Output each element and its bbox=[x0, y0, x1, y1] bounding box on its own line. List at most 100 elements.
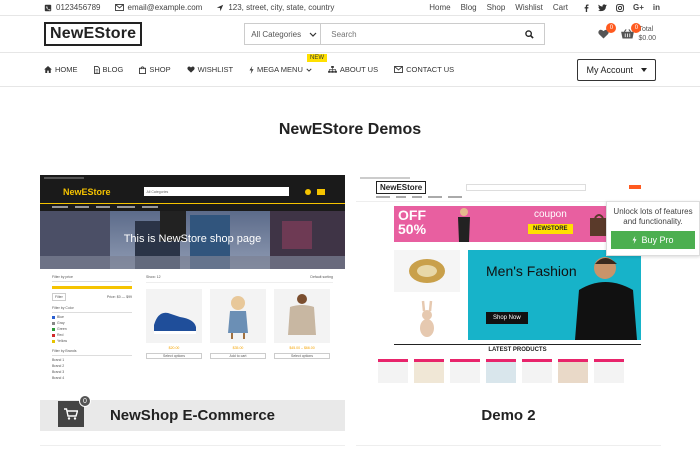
demo1-product-doll: $35.00 Add to cart bbox=[210, 289, 266, 359]
wishlist-button[interactable]: 0 bbox=[598, 23, 617, 39]
demo1-hero: This is NewStore shop page bbox=[40, 211, 345, 269]
googleplus-icon[interactable]: G+ bbox=[633, 3, 644, 12]
sweater-image bbox=[274, 289, 330, 343]
watch-image bbox=[394, 250, 460, 292]
demo1-header: NewEStore All Categories bbox=[40, 175, 345, 211]
nav-item-label: Home bbox=[55, 65, 78, 74]
top-link-cart[interactable]: Cart bbox=[553, 3, 568, 12]
sneaker-image bbox=[146, 289, 202, 343]
demo2-latest-products: LATEST PRODUCTS bbox=[488, 347, 547, 353]
buy-pro-label: Buy Pro bbox=[641, 235, 674, 245]
next-demo-preview-left bbox=[40, 445, 345, 461]
caret-down-icon bbox=[641, 67, 647, 72]
nav-item-label: About Us bbox=[339, 65, 379, 74]
instagram-icon[interactable] bbox=[616, 3, 624, 12]
cart-widget[interactable]: 0 Total $0.00 bbox=[621, 23, 656, 43]
email-text: email@example.com bbox=[127, 3, 203, 12]
nav-item-mega-menu[interactable]: Mega Menu NEW bbox=[249, 54, 328, 74]
phone-text: 0123456789 bbox=[56, 3, 101, 12]
demo1-product-sneaker: $20.00 Select options bbox=[146, 289, 202, 359]
site-header: NewEStore All Categories 0 0 Total $0.00 bbox=[0, 16, 700, 53]
wishlist-count-badge: 0 bbox=[606, 23, 617, 33]
category-select-label: All Categories bbox=[251, 29, 302, 39]
demo2-hero-row: Men's Fashion Shop Now bbox=[394, 250, 641, 340]
facebook-icon[interactable] bbox=[584, 3, 589, 12]
nav-item-contact-us[interactable]: Contact Us bbox=[394, 65, 454, 74]
demo2-banner-code: NEWSTORE bbox=[528, 224, 573, 234]
shopping-cart-icon bbox=[64, 408, 78, 420]
envelope-icon bbox=[114, 4, 124, 11]
nav-item-about-us[interactable]: About Us bbox=[328, 65, 378, 74]
category-select[interactable]: All Categories bbox=[245, 24, 322, 44]
nav-item-label: Shop bbox=[149, 65, 171, 74]
demo1-shop-body: Filter by price Filter Price: $0 — $99 F… bbox=[40, 269, 345, 400]
man-figure bbox=[575, 257, 637, 340]
top-link-shop[interactable]: Shop bbox=[487, 3, 506, 12]
chevron-down-icon bbox=[309, 32, 317, 37]
demo1-cart-icon bbox=[317, 188, 325, 195]
model-figure bbox=[458, 208, 470, 242]
header-icons: 0 0 Total $0.00 bbox=[598, 23, 656, 43]
top-link-wishlist[interactable]: Wishlist bbox=[515, 3, 543, 12]
demo1-hero-text: This is NewStore shop page bbox=[123, 233, 262, 245]
demo1-price-slider bbox=[52, 286, 132, 289]
search-button[interactable] bbox=[514, 24, 544, 44]
search-input[interactable] bbox=[321, 24, 515, 44]
phone-contact: 0123456789 bbox=[44, 3, 101, 12]
demo1-filters: Filter by price Filter Price: $0 — $99 F… bbox=[52, 275, 132, 380]
top-link-blog[interactable]: Blog bbox=[461, 3, 477, 12]
my-account-dropdown[interactable]: My Account bbox=[577, 58, 656, 81]
demo2-search bbox=[466, 183, 587, 191]
nav-item-label: Mega Menu bbox=[257, 65, 303, 74]
main-nav: Home Blog Shop Wishlist Mega Menu NEW Ab… bbox=[0, 53, 700, 87]
buy-pro-button[interactable]: Buy Pro bbox=[611, 231, 695, 249]
site-logo[interactable]: NewEStore bbox=[44, 22, 143, 46]
demo1-products: Show: 12 Default sorting $20.00 Select o… bbox=[146, 275, 333, 359]
demo2-coupon-banner: OFF 50% coupon NEWSTORE bbox=[394, 206, 641, 242]
demo2-caption[interactable]: Demo 2 bbox=[356, 400, 661, 431]
demo2-product-strip bbox=[378, 359, 641, 383]
sitemap-icon bbox=[328, 66, 337, 73]
location-arrow-icon bbox=[217, 4, 224, 11]
search-bar: All Categories bbox=[244, 23, 546, 45]
top-bar: 0123456789 email@example.com 123, street… bbox=[0, 0, 700, 16]
heart-icon bbox=[187, 66, 195, 73]
cart-total: Total $0.00 bbox=[638, 25, 656, 43]
demo2-logo: NewEStore bbox=[376, 180, 427, 194]
address-contact: 123, street, city, state, country bbox=[216, 3, 334, 12]
bolt-icon bbox=[632, 236, 637, 244]
email-contact: email@example.com bbox=[114, 3, 203, 12]
phone-icon bbox=[44, 4, 52, 11]
demo2-header: NewEStore bbox=[356, 175, 661, 202]
floating-cart-count: 0 bbox=[79, 395, 91, 407]
twitter-icon[interactable] bbox=[597, 3, 607, 12]
top-link-home[interactable]: Home bbox=[429, 3, 450, 12]
new-badge: NEW bbox=[307, 54, 328, 62]
nav-item-blog[interactable]: Blog bbox=[93, 65, 124, 74]
address-text: 123, street, city, state, country bbox=[228, 3, 335, 12]
bolt-icon bbox=[249, 65, 254, 74]
nav-item-home[interactable]: Home bbox=[44, 65, 78, 74]
nav-item-shop[interactable]: Shop bbox=[139, 65, 171, 74]
nav-item-wishlist[interactable]: Wishlist bbox=[187, 65, 233, 74]
floating-cart-button[interactable]: 0 bbox=[58, 395, 91, 427]
linkedin-icon[interactable]: in bbox=[653, 3, 660, 12]
demo2-mens-fashion-banner: Men's Fashion Shop Now bbox=[468, 250, 641, 340]
shopping-bag-icon bbox=[139, 65, 147, 74]
nav-item-label: Blog bbox=[102, 65, 124, 74]
nav-item-label: Contact Us bbox=[406, 65, 455, 74]
cart-total-label: Total bbox=[638, 26, 654, 33]
search-icon bbox=[525, 29, 534, 39]
demo1-logo: NewEStore bbox=[63, 186, 111, 197]
cart-button[interactable]: 0 bbox=[621, 23, 642, 39]
buy-pro-text: Unlock lots of features and functionalit… bbox=[613, 207, 693, 226]
envelope-icon bbox=[394, 66, 403, 73]
bunny-toy-image bbox=[394, 298, 460, 340]
demo2-shop-now-button: Shop Now bbox=[486, 312, 528, 324]
social-links: G+ in bbox=[584, 3, 660, 12]
cart-total-value: $0.00 bbox=[638, 35, 656, 42]
next-demo-preview-right bbox=[356, 445, 661, 461]
demo-card-newshop[interactable]: NewEStore All Categories This is NewStor… bbox=[40, 175, 345, 431]
nav-item-label: Wishlist bbox=[197, 65, 234, 74]
demo1-heart-icon bbox=[305, 188, 311, 195]
